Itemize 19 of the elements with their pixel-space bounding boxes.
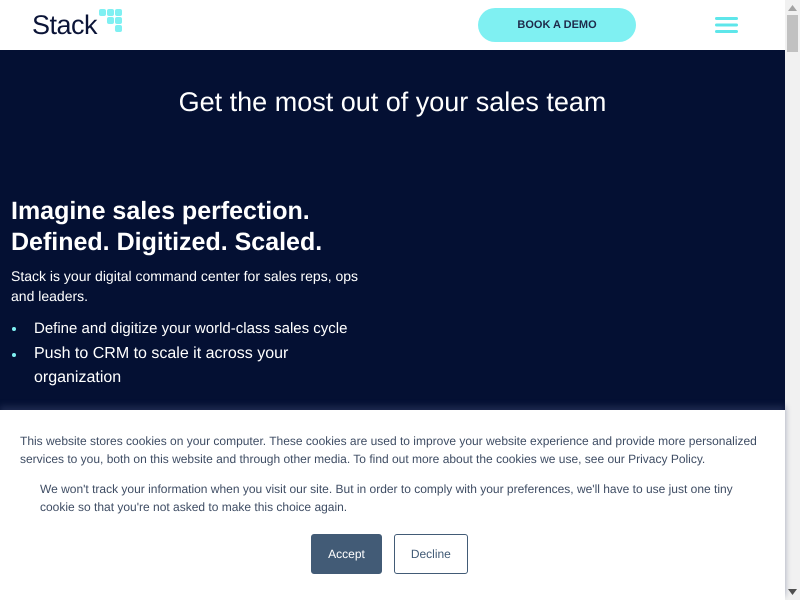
logo-icon xyxy=(99,9,124,33)
decline-button[interactable]: Decline xyxy=(394,534,468,574)
bullet-text: Push to CRM to scale it across your organization xyxy=(34,344,290,388)
bullet-text: Define and digitize your world-class sales cycle xyxy=(34,319,348,339)
logo-text: Stack xyxy=(32,12,98,38)
bullet-icon xyxy=(12,353,16,357)
menu-icon[interactable] xyxy=(715,17,738,33)
accept-button[interactable]: Accept xyxy=(311,534,382,574)
scrollbar-thumb[interactable] xyxy=(787,15,798,52)
book-demo-button[interactable]: BOOK A DEMO xyxy=(478,8,636,42)
hero-description: Stack is your digital command center for sales reps, ops and leaders. xyxy=(11,267,360,306)
hero-headline: Imagine sales perfection. Defined. Digitized. Scaled. xyxy=(11,196,324,258)
bullet-icon xyxy=(12,327,16,331)
cookie-text: This website stores cookies on your computer. These cookies are used to improve your website experience and provide more personalized services to you, both on this website and through other media. To find out more about the cookies we use, see our Privacy Policy. xyxy=(19,433,758,468)
scroll-down-icon[interactable] xyxy=(788,589,797,595)
hero-title: Get the most out of your sales team xyxy=(178,86,608,118)
scrollbar[interactable] xyxy=(785,0,800,600)
cookie-text: We won't track your information when you visit our site. But in order to comply with your preferences, we'll have to use just one tiny cookie so that you're not asked to make this choice again. xyxy=(39,481,734,516)
scroll-up-icon[interactable] xyxy=(788,5,797,11)
